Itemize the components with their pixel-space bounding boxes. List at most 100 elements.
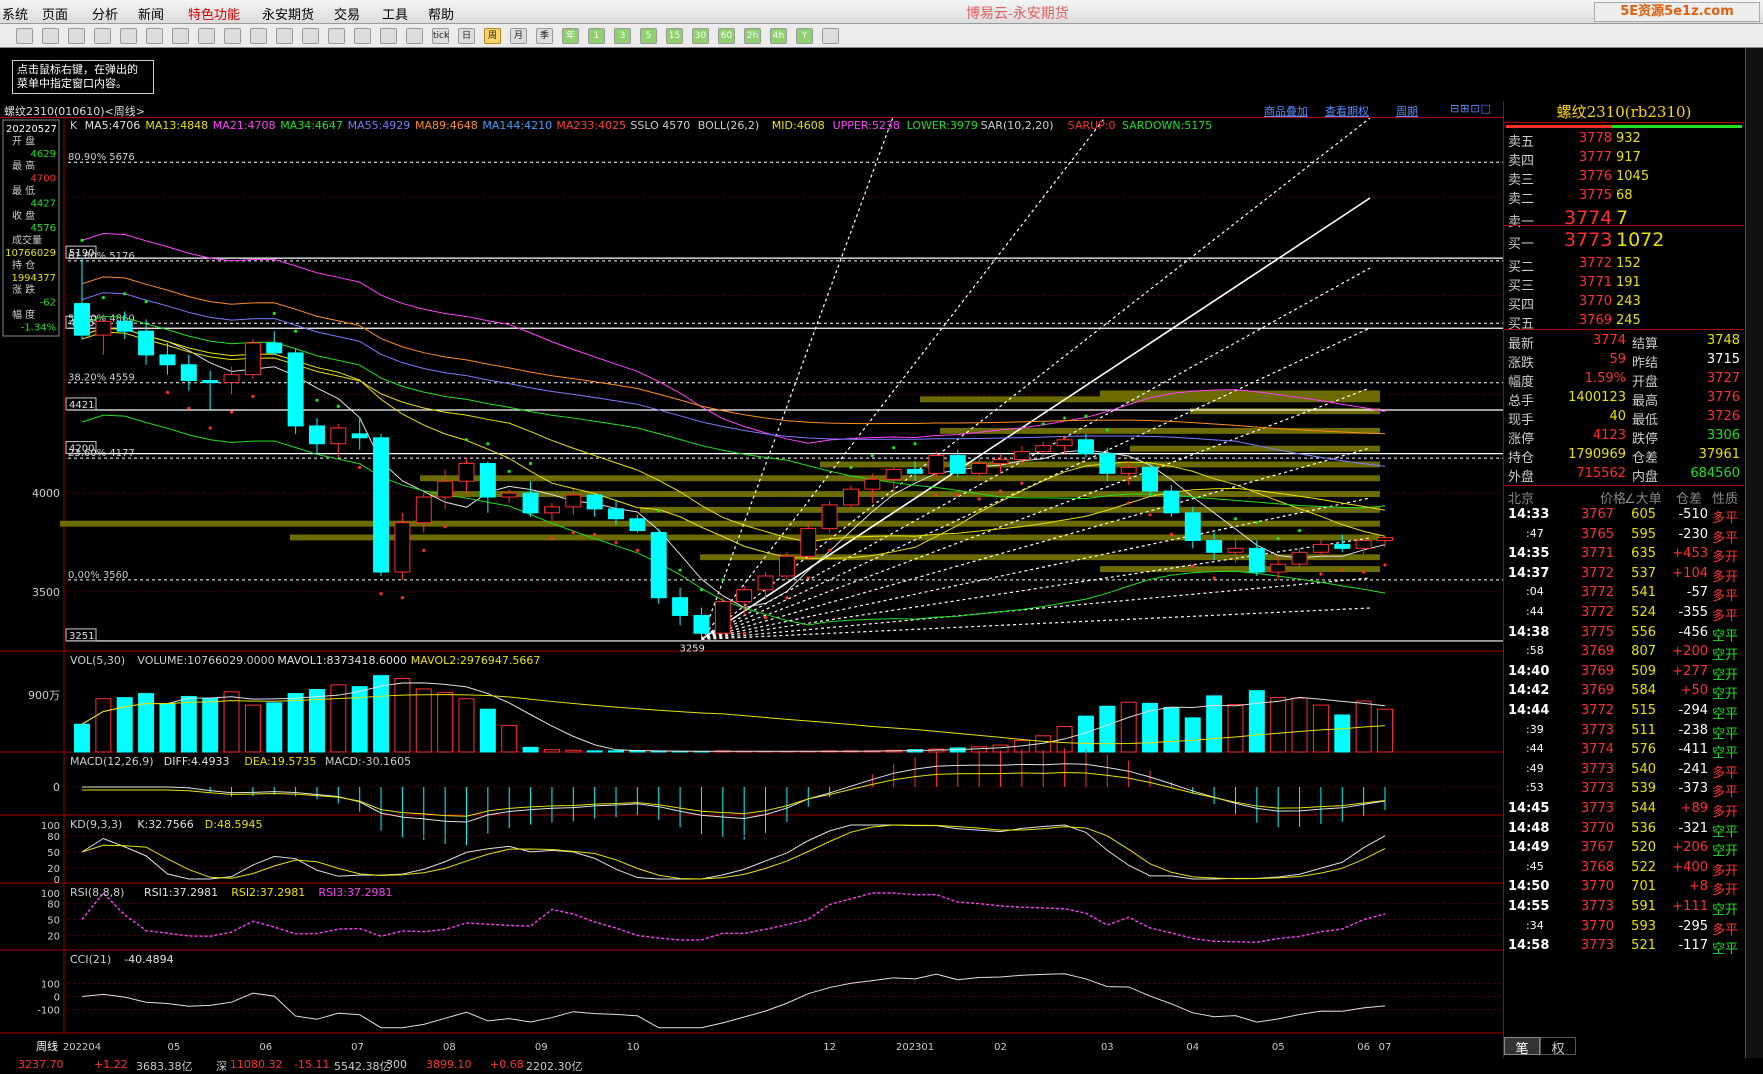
candle-body[interactable] [1355, 539, 1372, 549]
toolbar-button[interactable]: 4h [770, 28, 787, 44]
candle-body[interactable] [992, 459, 1009, 464]
candle-body[interactable] [907, 468, 924, 474]
volume-bar[interactable] [608, 750, 624, 753]
volume-bar[interactable] [159, 703, 176, 753]
toolbar-button[interactable]: 日 [458, 28, 475, 44]
candle-body[interactable] [928, 455, 945, 474]
candle-body[interactable] [608, 508, 624, 520]
candle-body[interactable] [1184, 512, 1201, 541]
candle-body[interactable] [415, 496, 432, 524]
candle-body[interactable] [202, 380, 219, 384]
toolbar-button[interactable] [302, 28, 319, 44]
toolbar-button[interactable] [120, 28, 137, 44]
candle-body[interactable] [522, 492, 539, 514]
toolbar-button[interactable]: 15 [666, 28, 683, 44]
candle-body[interactable] [287, 352, 304, 427]
candle-body[interactable] [1120, 466, 1137, 474]
candle-body[interactable] [778, 555, 795, 577]
menu-item[interactable]: 分析 [92, 4, 118, 23]
toolbar-button[interactable] [16, 28, 33, 44]
candle-body[interactable] [650, 532, 667, 599]
volume-bar[interactable] [1099, 705, 1116, 753]
candle-body[interactable] [1056, 439, 1073, 447]
toolbar-button[interactable] [354, 28, 371, 44]
candle-body[interactable] [458, 462, 475, 482]
candle-body[interactable] [1312, 543, 1329, 553]
zoom-icons[interactable]: ⊟⊞⊡□ [1450, 102, 1492, 115]
candle-body[interactable] [693, 614, 710, 634]
menu-item[interactable]: 页面 [42, 4, 68, 23]
toolbar-button[interactable] [198, 28, 215, 44]
candle-body[interactable] [330, 427, 347, 445]
link-options[interactable]: 查看期权 [1325, 103, 1369, 119]
candle-body[interactable] [180, 364, 197, 382]
candle-body[interactable] [308, 425, 325, 445]
volume-bar[interactable] [1163, 706, 1180, 753]
candle-body[interactable] [159, 354, 176, 366]
volume-bar[interactable] [1206, 695, 1223, 753]
candle-body[interactable] [373, 437, 390, 573]
chart-area[interactable]: 80.90% 567661.80% 517650.00% 486038.20% … [0, 118, 1503, 1058]
toolbar-button[interactable]: 月 [510, 28, 527, 44]
candle-body[interactable] [1206, 539, 1223, 553]
volume-bar[interactable] [138, 693, 155, 753]
candle-body[interactable] [543, 506, 560, 514]
candle-body[interactable] [116, 320, 133, 332]
candle-body[interactable] [736, 589, 753, 603]
candle-body[interactable] [1248, 547, 1265, 573]
menu-item[interactable]: 特色功能 [188, 4, 240, 23]
candle-body[interactable] [672, 597, 689, 616]
candle-body[interactable] [244, 342, 261, 376]
volume-bar[interactable] [543, 749, 560, 753]
toolbar-button[interactable]: 年 [562, 28, 579, 44]
volume-bar[interactable] [1312, 704, 1329, 753]
volume-bar[interactable] [458, 698, 475, 753]
toolbar-button[interactable]: Y [796, 28, 813, 44]
candle-body[interactable] [1163, 490, 1180, 514]
volume-bar[interactable] [266, 702, 283, 753]
candle-body[interactable] [1013, 451, 1030, 461]
link-overlay[interactable]: 商品叠加 [1264, 103, 1308, 119]
link-period[interactable]: 周期 [1396, 103, 1418, 119]
toolbar-button[interactable] [328, 28, 345, 44]
volume-bar[interactable] [415, 688, 432, 753]
volume-bar[interactable] [522, 746, 539, 753]
candle-body[interactable] [351, 433, 368, 439]
volume-bar[interactable] [202, 697, 219, 753]
volume-bar[interactable] [650, 750, 667, 753]
toolbar-button[interactable] [42, 28, 59, 44]
toolbar-button[interactable]: 30 [692, 28, 709, 44]
volume-bar[interactable] [95, 698, 112, 753]
toolbar-button[interactable]: 1 [588, 28, 605, 44]
candle-body[interactable] [95, 320, 112, 336]
candle-body[interactable] [800, 528, 817, 557]
volume-bar[interactable] [565, 749, 582, 753]
toolbar-button[interactable]: 2h [744, 28, 761, 44]
candle-body[interactable] [266, 342, 283, 354]
candle-body[interactable] [1099, 453, 1116, 474]
volume-bar[interactable] [437, 691, 454, 753]
candle-body[interactable] [74, 303, 90, 336]
volume-bar[interactable] [287, 693, 304, 753]
toolbar-button[interactable] [68, 28, 85, 44]
candle-body[interactable] [1334, 543, 1351, 549]
toolbar-button[interactable]: tick [432, 28, 449, 44]
volume-bar[interactable] [394, 678, 411, 753]
toolbar-button[interactable] [146, 28, 163, 44]
candle-body[interactable] [1227, 547, 1244, 553]
toolbar-button[interactable] [276, 28, 293, 44]
volume-bar[interactable] [1227, 704, 1244, 753]
volume-bar[interactable] [351, 686, 368, 753]
vertical-scrollbar[interactable] [1745, 48, 1763, 1058]
candle-body[interactable] [138, 330, 155, 356]
menu-item[interactable]: 永安期货 [262, 4, 314, 23]
volume-bar[interactable] [1270, 697, 1287, 753]
candle-body[interactable] [1077, 439, 1094, 455]
candle-body[interactable] [757, 575, 774, 591]
menu-item[interactable]: 交易 [334, 4, 360, 23]
volume-bar[interactable] [1291, 697, 1308, 753]
candle-body[interactable] [437, 480, 454, 498]
menu-item[interactable]: 新闻 [138, 4, 164, 23]
volume-bar[interactable] [1334, 714, 1351, 753]
candle-body[interactable] [629, 518, 646, 532]
